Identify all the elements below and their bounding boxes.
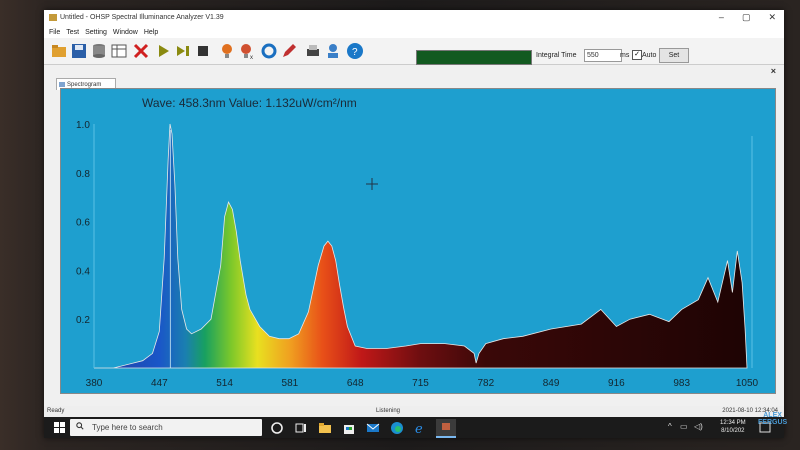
search-placeholder: Type here to search — [92, 423, 163, 432]
window-title: Untitled - OHSP Spectral Illuminance Ana… — [60, 14, 224, 21]
title-bar: Untitled - OHSP Spectral Illuminance Ana… — [44, 10, 784, 26]
menu-window[interactable]: Window — [113, 29, 138, 36]
bulb-x-icon[interactable]: x — [238, 42, 256, 61]
task-view-icon[interactable] — [294, 421, 308, 435]
table-icon[interactable] — [110, 42, 128, 60]
windows-taskbar: Type here to search e ^ ▭ ◁) 12:34 PM 8/… — [44, 417, 784, 438]
ie-icon[interactable]: e — [414, 421, 428, 435]
minimize-button[interactable]: – — [719, 12, 724, 23]
watermark-logo: ALEX FERGUS — [758, 412, 787, 426]
save-icon[interactable] — [70, 42, 88, 60]
edit-icon[interactable] — [280, 42, 298, 60]
print-icon[interactable] — [304, 42, 322, 60]
app-window: Untitled - OHSP Spectral Illuminance Ana… — [44, 10, 784, 438]
wave-value-readout: Wave: 458.3nm Value: 1.132uW/cm²/nm — [142, 96, 357, 110]
delete-icon[interactable] — [132, 42, 150, 60]
status-bar: Ready Listening 2021-08-10 12:34:04 — [44, 406, 784, 417]
watermark-line2: FERGUS — [758, 419, 788, 426]
integral-time-input[interactable]: 550 — [584, 49, 622, 62]
refresh-icon[interactable] — [260, 42, 278, 60]
step-icon[interactable] — [174, 42, 192, 60]
progress-fill — [417, 51, 531, 64]
close-button[interactable]: ✕ — [768, 12, 776, 23]
user-icon[interactable] — [324, 42, 342, 60]
maximize-button[interactable]: ▢ — [742, 12, 751, 23]
database-icon[interactable] — [90, 42, 108, 60]
clock-date: 8/10/202 — [721, 428, 745, 434]
menu-setting[interactable]: Setting — [85, 29, 107, 36]
panel-close-icon[interactable]: × — [771, 66, 776, 76]
bulb-icon[interactable] — [218, 42, 236, 60]
taskbar-clock[interactable]: 12:34 PM 8/10/202 — [720, 419, 746, 435]
acquisition-progress-bar — [416, 50, 532, 65]
clock-time: 12:34 PM — [720, 420, 746, 426]
menu-help[interactable]: Help — [144, 29, 158, 36]
app-icon — [442, 423, 450, 430]
network-icon[interactable]: ▭ — [680, 422, 688, 431]
app-taskbar-button[interactable] — [436, 419, 456, 438]
spectrogram-icon — [59, 82, 65, 87]
stop-icon[interactable] — [194, 42, 212, 60]
open-icon[interactable] — [50, 42, 68, 60]
auto-checkbox[interactable]: ✓ — [632, 50, 642, 60]
tray-chevron-icon[interactable]: ^ — [668, 422, 672, 431]
integral-time-label: Integral Time — [536, 52, 577, 59]
toolbar: x ? Integral Time 550 ms ✓ Auto Set — [44, 38, 784, 65]
spectrum-plot-area[interactable] — [60, 88, 776, 394]
cortana-icon[interactable] — [270, 421, 284, 435]
menu-bar: File Test Setting Window Help — [44, 26, 784, 38]
windows-start-icon[interactable] — [54, 422, 65, 433]
set-button[interactable]: Set — [659, 48, 689, 63]
svg-text:e: e — [415, 422, 423, 435]
svg-text:x: x — [250, 55, 253, 60]
search-icon — [76, 422, 84, 430]
taskbar-search-box[interactable]: Type here to search — [70, 419, 262, 436]
store-icon[interactable] — [342, 421, 356, 435]
status-listening: Listening — [376, 408, 401, 414]
svg-text:?: ? — [352, 47, 358, 58]
watermark-line1: ALEX — [763, 412, 782, 419]
play-icon[interactable] — [154, 42, 172, 60]
auto-label: Auto — [642, 52, 657, 59]
edge-icon[interactable] — [390, 421, 404, 435]
ms-label: ms — [620, 52, 630, 59]
file-explorer-icon[interactable] — [318, 421, 332, 435]
app-logo-icon — [49, 14, 57, 21]
mail-icon[interactable] — [366, 421, 380, 435]
menu-file[interactable]: File — [49, 29, 60, 36]
status-ready: Ready — [47, 408, 65, 414]
menu-test[interactable]: Test — [66, 29, 79, 36]
volume-icon[interactable]: ◁) — [694, 422, 703, 431]
help-icon[interactable]: ? — [346, 42, 364, 60]
